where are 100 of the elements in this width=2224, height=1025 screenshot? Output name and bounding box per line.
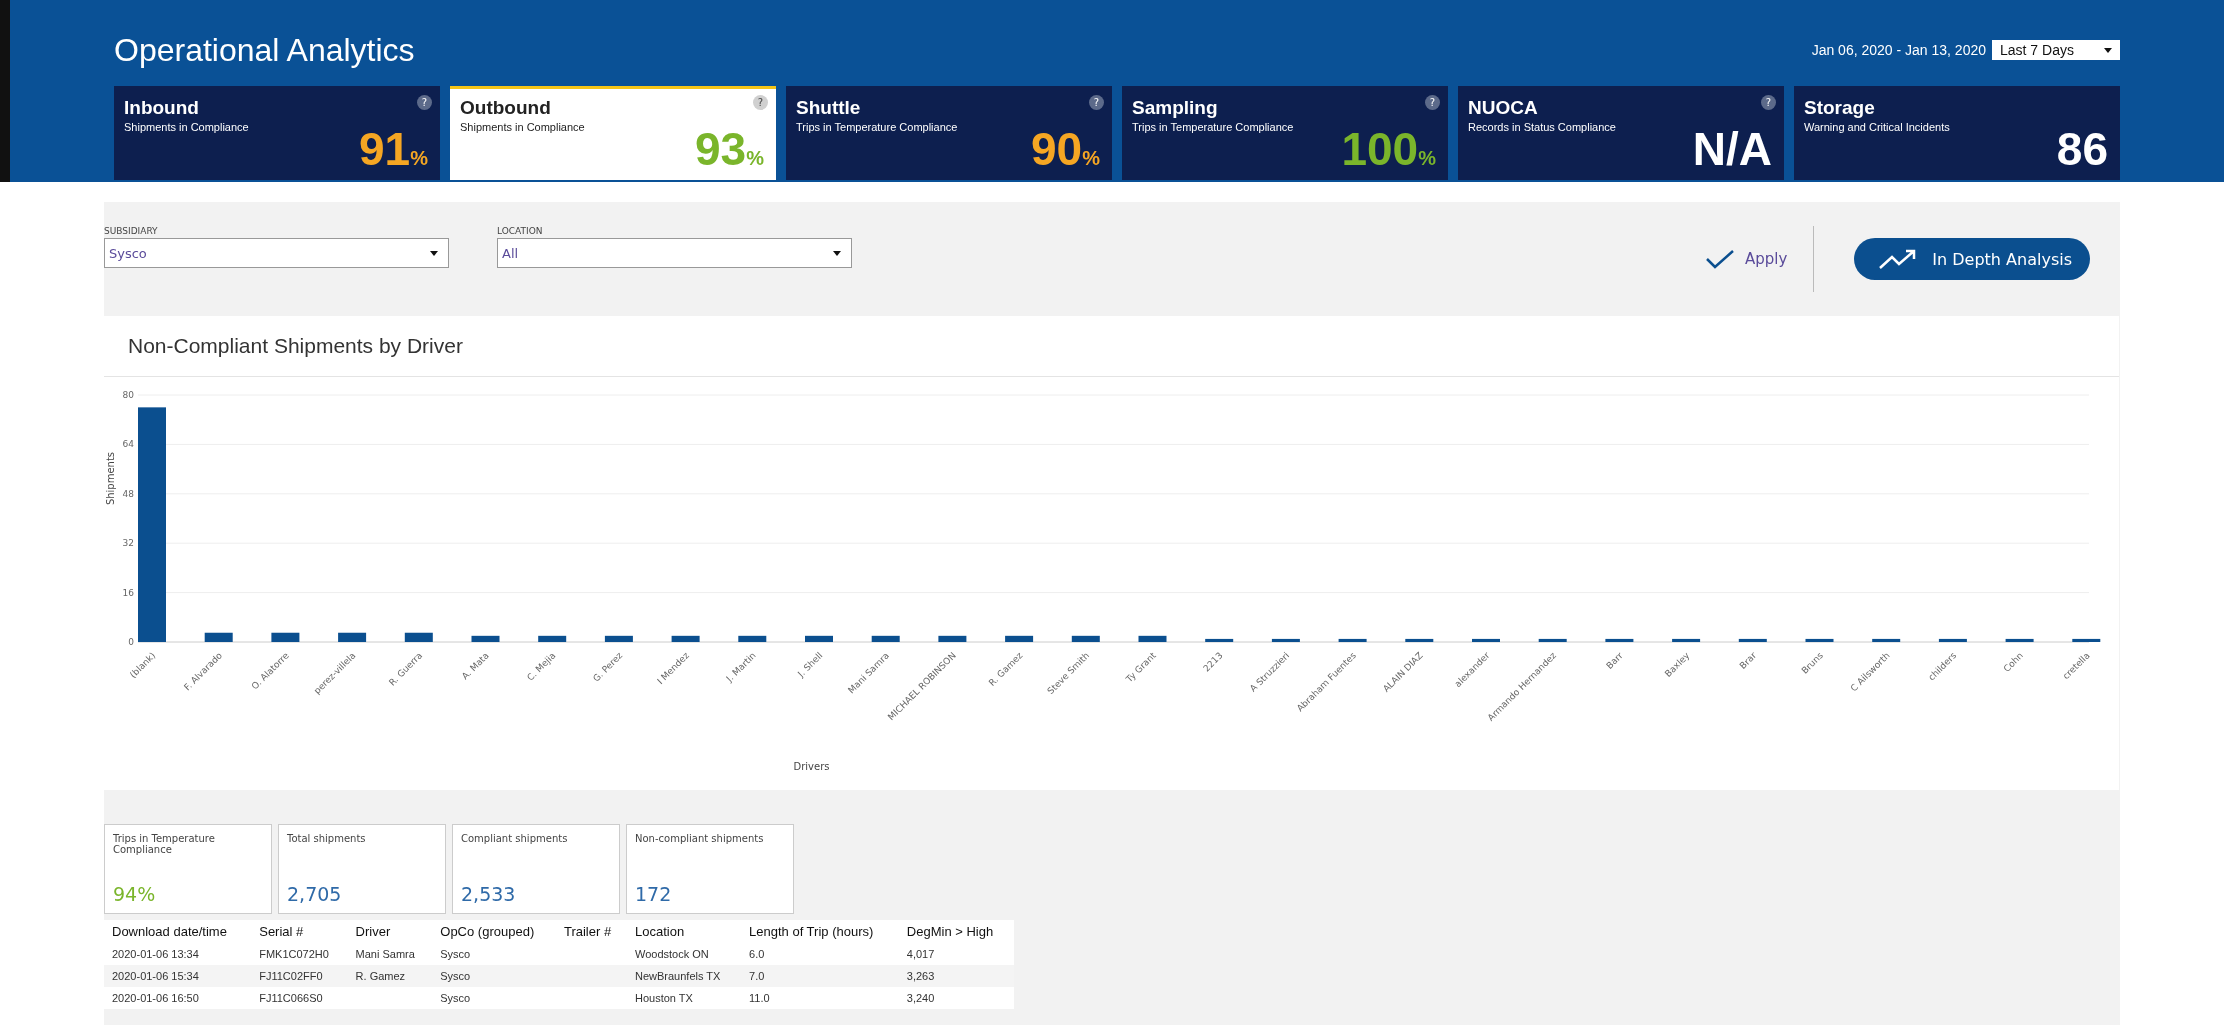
bar: [671, 635, 700, 642]
card-value: 91%: [359, 122, 428, 176]
column-header: Serial #: [251, 920, 348, 943]
bar: [1805, 638, 1834, 642]
table-cell: 6.0: [749, 948, 765, 960]
stat-value: 2,705: [287, 883, 343, 905]
bar: [1472, 638, 1500, 642]
stat-label: Non-compliant shipments: [635, 833, 765, 844]
kpi-card[interactable]: Inbound Shipments in Compliance ? 91%: [114, 86, 440, 180]
apply-button[interactable]: Apply: [1678, 249, 1814, 269]
help-icon[interactable]: ?: [753, 95, 768, 110]
card-value: N/A: [1692, 122, 1772, 176]
kpi-card[interactable]: NUOCA Records in Status Compliance ? N/A: [1458, 86, 1784, 180]
card-title: Shuttle: [796, 97, 861, 119]
table-cell: Sysco: [440, 970, 471, 982]
table-cell: 11.0: [749, 992, 770, 1004]
dropdown-caret-icon: [833, 250, 841, 256]
bar: [2005, 638, 2034, 642]
table-cell: FMK1C072H0: [259, 948, 329, 960]
check-icon: [1704, 249, 1735, 269]
bar: [1005, 635, 1034, 642]
help-icon[interactable]: ?: [1761, 95, 1776, 110]
card-value: 100%: [1341, 122, 1436, 176]
y-tick-label: 64: [122, 439, 134, 450]
card-value: 93%: [695, 122, 764, 176]
table-cell: 7.0: [749, 970, 765, 982]
card-title: Inbound: [124, 97, 199, 119]
period-select[interactable]: Last 7 Days: [1992, 40, 2120, 60]
bar: [1205, 638, 1234, 642]
column-header: Length of Trip (hours): [741, 920, 899, 943]
date-range: Jan 06, 2020 - Jan 13, 2020: [1811, 42, 1986, 58]
y-tick-label: 32: [122, 538, 134, 549]
bar: [538, 635, 567, 642]
kpi-card[interactable]: Sampling Trips in Temperature Compliance ? 100%: [1122, 86, 1448, 180]
table-cell: R. Gamez: [355, 970, 406, 982]
stat-value: 172: [635, 883, 673, 905]
bar: [1405, 638, 1434, 642]
stat-value: 2,533: [461, 883, 517, 905]
card-title: Storage: [1804, 97, 1875, 119]
card-subtitle: Shipments in Compliance: [124, 121, 250, 133]
x-axis-title: Drivers: [793, 761, 830, 772]
y-axis-title: Shipments: [105, 451, 116, 506]
bar: [1271, 638, 1300, 642]
bar: [1538, 638, 1567, 642]
filter-label: LOCATION: [497, 226, 544, 236]
bar: [738, 635, 767, 642]
column-header: Download date/time: [104, 920, 252, 943]
table-cell: Sysco: [440, 948, 471, 960]
bar: [1738, 638, 1767, 642]
bar: [204, 632, 233, 642]
in-depth-analysis-button[interactable]: In Depth Analysis: [1854, 238, 2090, 280]
bar: [1672, 638, 1701, 642]
kpi-card[interactable]: Shuttle Trips in Temperature Compliance ? 90%: [786, 86, 1112, 180]
card-title: Sampling: [1132, 97, 1218, 119]
filter-label: SUBSIDIARY: [104, 226, 159, 236]
card-subtitle: Records in Status Compliance: [1468, 121, 1617, 133]
y-tick-label: 16: [122, 587, 134, 598]
dropdown-caret-icon: [2104, 47, 2112, 53]
table-cell: 2020-01-06 15:34: [112, 970, 199, 982]
help-icon[interactable]: ?: [1425, 95, 1440, 110]
table-cell: NewBraunfels TX: [635, 970, 721, 982]
table-cell: Sysco: [440, 992, 471, 1004]
y-tick-label: 80: [122, 390, 134, 400]
column-header: Trailer #: [555, 920, 627, 943]
table-cell: Houston TX: [635, 992, 693, 1004]
help-icon[interactable]: ?: [1089, 95, 1104, 110]
kpi-card[interactable]: Storage Warning and Critical Incidents 86: [1794, 86, 2120, 180]
bar: [805, 635, 833, 642]
bar: [1605, 638, 1634, 642]
table-cell: Woodstock ON: [635, 948, 709, 960]
table-cell: 4,017: [906, 948, 935, 960]
bar: [471, 635, 500, 642]
card-subtitle: Trips in Temperature Compliance: [796, 121, 959, 133]
bar: [604, 635, 633, 642]
card-value: 86: [2056, 122, 2108, 176]
stat-label: Total shipments: [287, 833, 367, 844]
chart-title: Non-Compliant Shipments by Driver: [104, 316, 2119, 377]
dropdown-caret-icon: [430, 250, 438, 256]
bar: [404, 632, 433, 642]
bar: [2072, 638, 2101, 642]
bar: [871, 635, 900, 642]
bar: [938, 635, 967, 642]
kpi-card[interactable]: Outbound Shipments in Compliance ? 93%: [450, 86, 776, 180]
filter-select[interactable]: All: [497, 238, 852, 268]
table-cell: 3,263: [906, 970, 935, 982]
y-tick-label: 0: [128, 637, 134, 647]
bar: [1071, 635, 1100, 642]
table-cell: 2020-01-06 16:50: [112, 992, 199, 1004]
table-cell: 2020-01-06 13:34: [112, 948, 199, 960]
table-cell: FJ11C066S0: [259, 992, 323, 1004]
column-header: Location: [627, 920, 742, 943]
bar: [1138, 635, 1167, 642]
bar: [1872, 638, 1901, 642]
table-cell: 3,240: [906, 992, 935, 1004]
column-header: Driver: [347, 920, 433, 943]
column-header: OpCo (grouped): [432, 920, 556, 943]
filter-select[interactable]: Sysco: [104, 238, 449, 268]
table-cell: Mani Samra: [355, 948, 415, 960]
help-icon[interactable]: ?: [417, 95, 432, 110]
table-cell: FJ11C02FF0: [259, 970, 323, 982]
